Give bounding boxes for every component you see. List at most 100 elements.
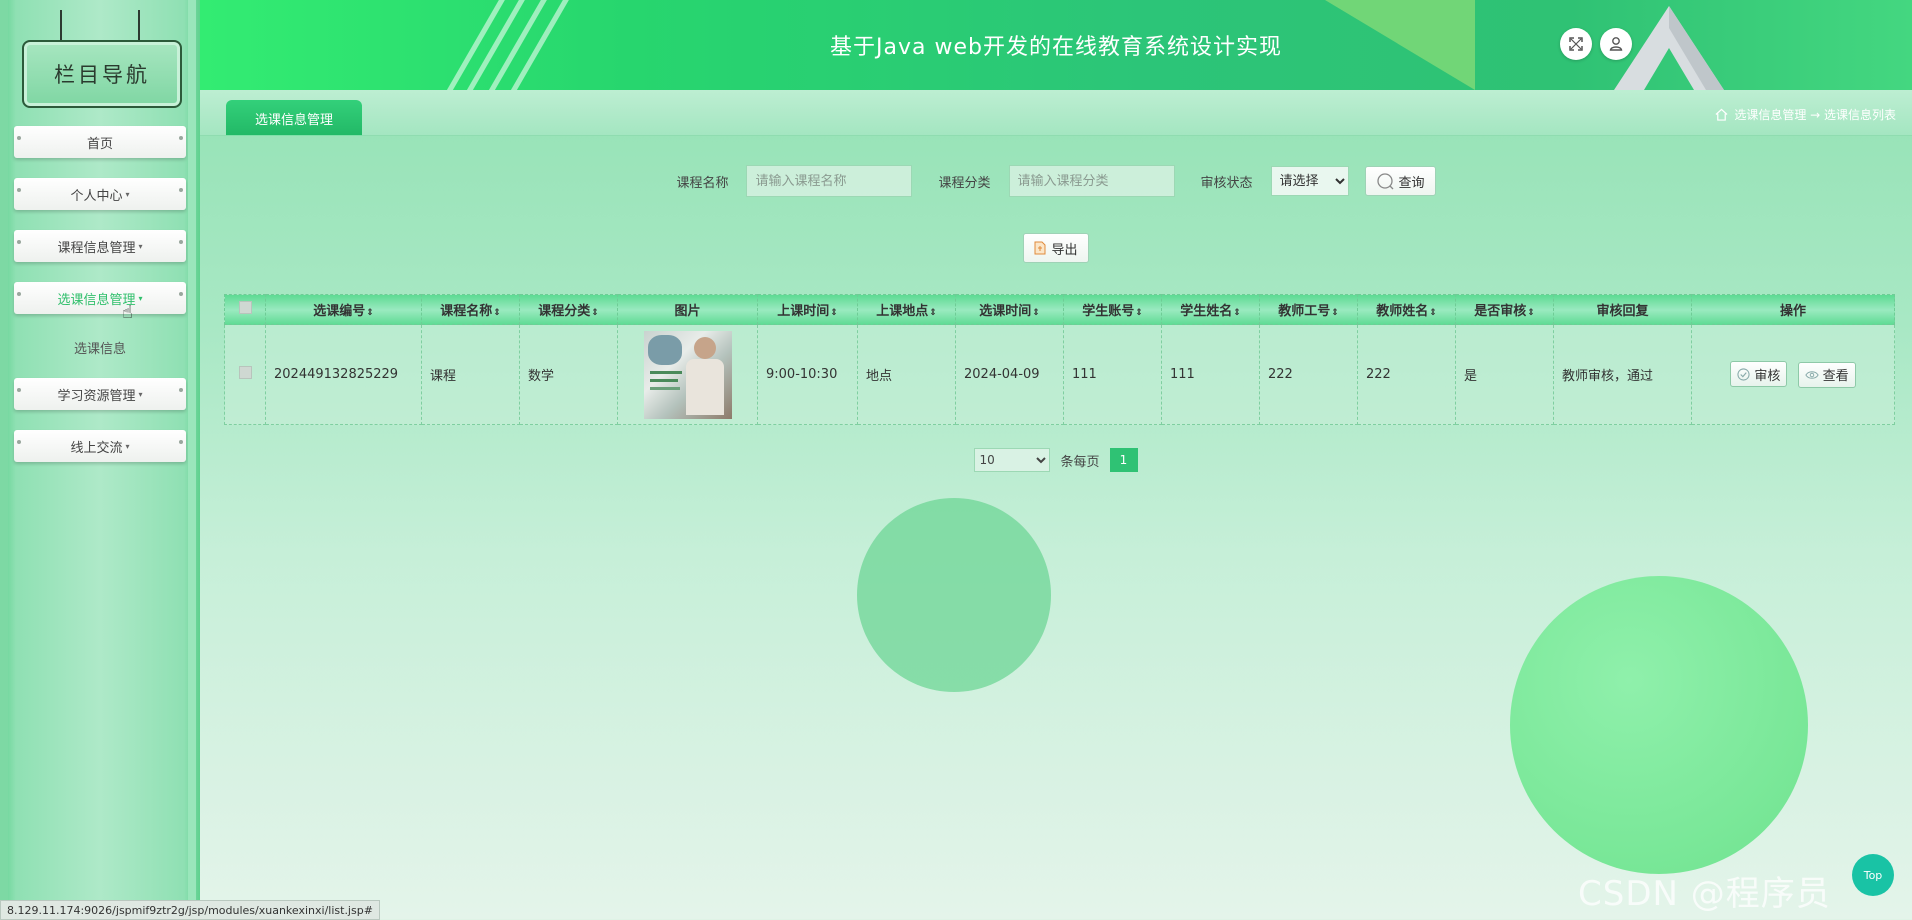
col-header-student-account[interactable]: 学生账号⇕ xyxy=(1063,294,1162,325)
cell-class-time: 9:00-10:30 xyxy=(757,324,858,425)
query-button-label: 查询 xyxy=(1398,175,1425,191)
course-thumbnail-image[interactable] xyxy=(643,330,732,419)
query-button[interactable]: 查询 xyxy=(1364,166,1436,196)
page-size-select[interactable]: 10 xyxy=(974,448,1051,472)
course-name-input[interactable] xyxy=(746,165,913,197)
decorative-circle xyxy=(1510,576,1808,874)
view-button[interactable]: 查看 xyxy=(1797,361,1856,388)
breadcrumb-text: 选课信息管理 → 选课信息列表 xyxy=(1734,108,1896,122)
export-row: 导出 xyxy=(200,233,1912,263)
cell-selection-time: 2024-04-09 xyxy=(955,324,1064,425)
caret-down-icon: ▾ xyxy=(125,189,130,199)
sort-icon: ⇕ xyxy=(591,308,599,318)
sort-icon: ⇕ xyxy=(1429,308,1437,318)
select-all-cell xyxy=(224,294,266,325)
col-header-course-type[interactable]: 课程分类⇕ xyxy=(519,294,618,325)
cell-course-name: 课程 xyxy=(421,324,520,425)
page-number-current[interactable]: 1 xyxy=(1109,448,1138,472)
col-header-image: 图片 xyxy=(617,294,758,325)
col-header-label: 教师工号 xyxy=(1278,304,1331,319)
back-to-top-button[interactable]: Top xyxy=(1852,854,1894,896)
check-circle-icon xyxy=(1737,368,1750,381)
cell-audit-reply: 教师审核，通过 xyxy=(1553,324,1692,425)
caret-down-icon: ▾ xyxy=(138,293,143,303)
audit-status-select[interactable]: 请选择 xyxy=(1270,166,1349,196)
cell-selection-id: 202449132825229 xyxy=(265,324,422,425)
sidebar: 栏目导航 首页 个人中心 ▾ 课程信息管理 ▾ 选课信息管理 ▾ ☝ 选课信息 … xyxy=(0,0,200,920)
tab-course-selection-management[interactable]: 选课信息管理 xyxy=(226,100,362,136)
caret-down-icon: ▾ xyxy=(138,389,143,399)
sidebar-item-label: 个人中心 xyxy=(70,188,123,204)
table-header-row: 选课编号⇕ 课程名称⇕ 课程分类⇕ 图片 上课时间⇕ 上课地点⇕ 选课时间⇕ 学… xyxy=(224,294,1895,325)
col-header-actions: 操作 xyxy=(1691,294,1895,325)
sidebar-item-learning-resources[interactable]: 学习资源管理 ▾ xyxy=(14,378,186,410)
sidebar-item-course-selection[interactable]: 选课信息管理 ▾ xyxy=(14,282,186,314)
export-file-icon xyxy=(1034,241,1046,255)
logo-a-icon xyxy=(1614,6,1724,90)
sort-icon: ⇕ xyxy=(366,308,374,318)
eye-icon xyxy=(1804,370,1819,379)
sidebar-item-course-info[interactable]: 课程信息管理 ▾ xyxy=(14,230,186,262)
col-header-location[interactable]: 上课地点⇕ xyxy=(857,294,956,325)
row-checkbox[interactable] xyxy=(238,366,252,379)
sort-icon: ⇕ xyxy=(830,308,838,318)
col-header-student-name[interactable]: 学生姓名⇕ xyxy=(1161,294,1260,325)
cell-teacher-name: 222 xyxy=(1357,324,1456,425)
sidebar-subitem-selection-info[interactable]: 选课信息 xyxy=(14,334,186,360)
col-header-label: 课程名称 xyxy=(440,304,493,319)
col-header-teacher-id[interactable]: 教师工号⇕ xyxy=(1259,294,1358,325)
select-all-checkbox[interactable] xyxy=(238,301,252,314)
sort-icon: ⇕ xyxy=(1135,308,1143,318)
view-button-label: 查看 xyxy=(1822,369,1849,385)
col-header-label: 图片 xyxy=(674,304,701,319)
tab-bar: 选课信息管理 选课信息管理 → 选课信息列表 xyxy=(200,90,1912,136)
decorative-circle xyxy=(857,498,1051,692)
hand-cursor-icon: ☝ xyxy=(122,302,133,323)
audit-button[interactable]: 审核 xyxy=(1730,361,1788,388)
sidebar-item-home[interactable]: 首页 xyxy=(14,126,186,158)
status-bar-url: 8.129.11.174:9026/jspmif9ztr2g/jsp/modul… xyxy=(0,900,380,920)
sidebar-item-label: 学习资源管理 xyxy=(57,388,136,404)
cell-teacher-id: 222 xyxy=(1259,324,1358,425)
row-checkbox-cell xyxy=(224,324,266,425)
header: 基于Java web开发的在线教育系统设计实现 xyxy=(200,0,1912,90)
col-header-label: 上课地点 xyxy=(876,304,929,319)
expand-icon xyxy=(1569,37,1583,51)
col-header-label: 是否审核 xyxy=(1474,304,1527,319)
sort-icon: ⇕ xyxy=(493,308,501,318)
course-name-label: 课程名称 xyxy=(676,175,729,191)
col-header-audited[interactable]: 是否审核⇕ xyxy=(1455,294,1554,325)
fullscreen-button[interactable] xyxy=(1560,28,1592,60)
sort-icon: ⇕ xyxy=(1233,308,1241,318)
cell-actions: 审核 查看 xyxy=(1691,324,1895,425)
col-header-selection-time[interactable]: 选课时间⇕ xyxy=(955,294,1064,325)
sidebar-item-label: 首页 xyxy=(86,136,113,152)
col-header-label: 上课时间 xyxy=(777,304,830,319)
sign-string-left xyxy=(60,10,62,40)
course-type-input[interactable] xyxy=(1008,165,1175,197)
sort-icon: ⇕ xyxy=(1032,308,1040,318)
col-header-selection-id[interactable]: 选课编号⇕ xyxy=(265,294,422,325)
sidebar-item-label: 课程信息管理 xyxy=(57,240,136,256)
col-header-audit-reply: 审核回复 xyxy=(1553,294,1692,325)
sidebar-item-personal-center[interactable]: 个人中心 ▾ xyxy=(14,178,186,210)
cell-location: 地点 xyxy=(857,324,956,425)
sidebar-item-online-communication[interactable]: 线上交流 ▾ xyxy=(14,430,186,462)
col-header-label: 课程分类 xyxy=(538,304,591,319)
col-header-label: 学生姓名 xyxy=(1180,304,1233,319)
export-button[interactable]: 导出 xyxy=(1023,233,1089,263)
col-header-class-time[interactable]: 上课时间⇕ xyxy=(757,294,858,325)
sort-icon: ⇕ xyxy=(1527,308,1535,318)
audit-button-label: 审核 xyxy=(1754,368,1781,384)
caret-down-icon: ▾ xyxy=(138,241,143,251)
pagination: 10 条每页 1 xyxy=(200,448,1912,472)
course-type-label: 课程分类 xyxy=(938,175,991,191)
col-header-label: 教师姓名 xyxy=(1376,304,1429,319)
caret-down-icon: ▾ xyxy=(125,441,130,451)
search-icon xyxy=(1376,173,1393,190)
col-header-teacher-name[interactable]: 教师姓名⇕ xyxy=(1357,294,1456,325)
course-selection-table: 选课编号⇕ 课程名称⇕ 课程分类⇕ 图片 上课时间⇕ 上课地点⇕ 选课时间⇕ 学… xyxy=(224,294,1895,425)
col-header-label: 审核回复 xyxy=(1596,304,1649,319)
cell-audited: 是 xyxy=(1455,324,1554,425)
col-header-course-name[interactable]: 课程名称⇕ xyxy=(421,294,520,325)
